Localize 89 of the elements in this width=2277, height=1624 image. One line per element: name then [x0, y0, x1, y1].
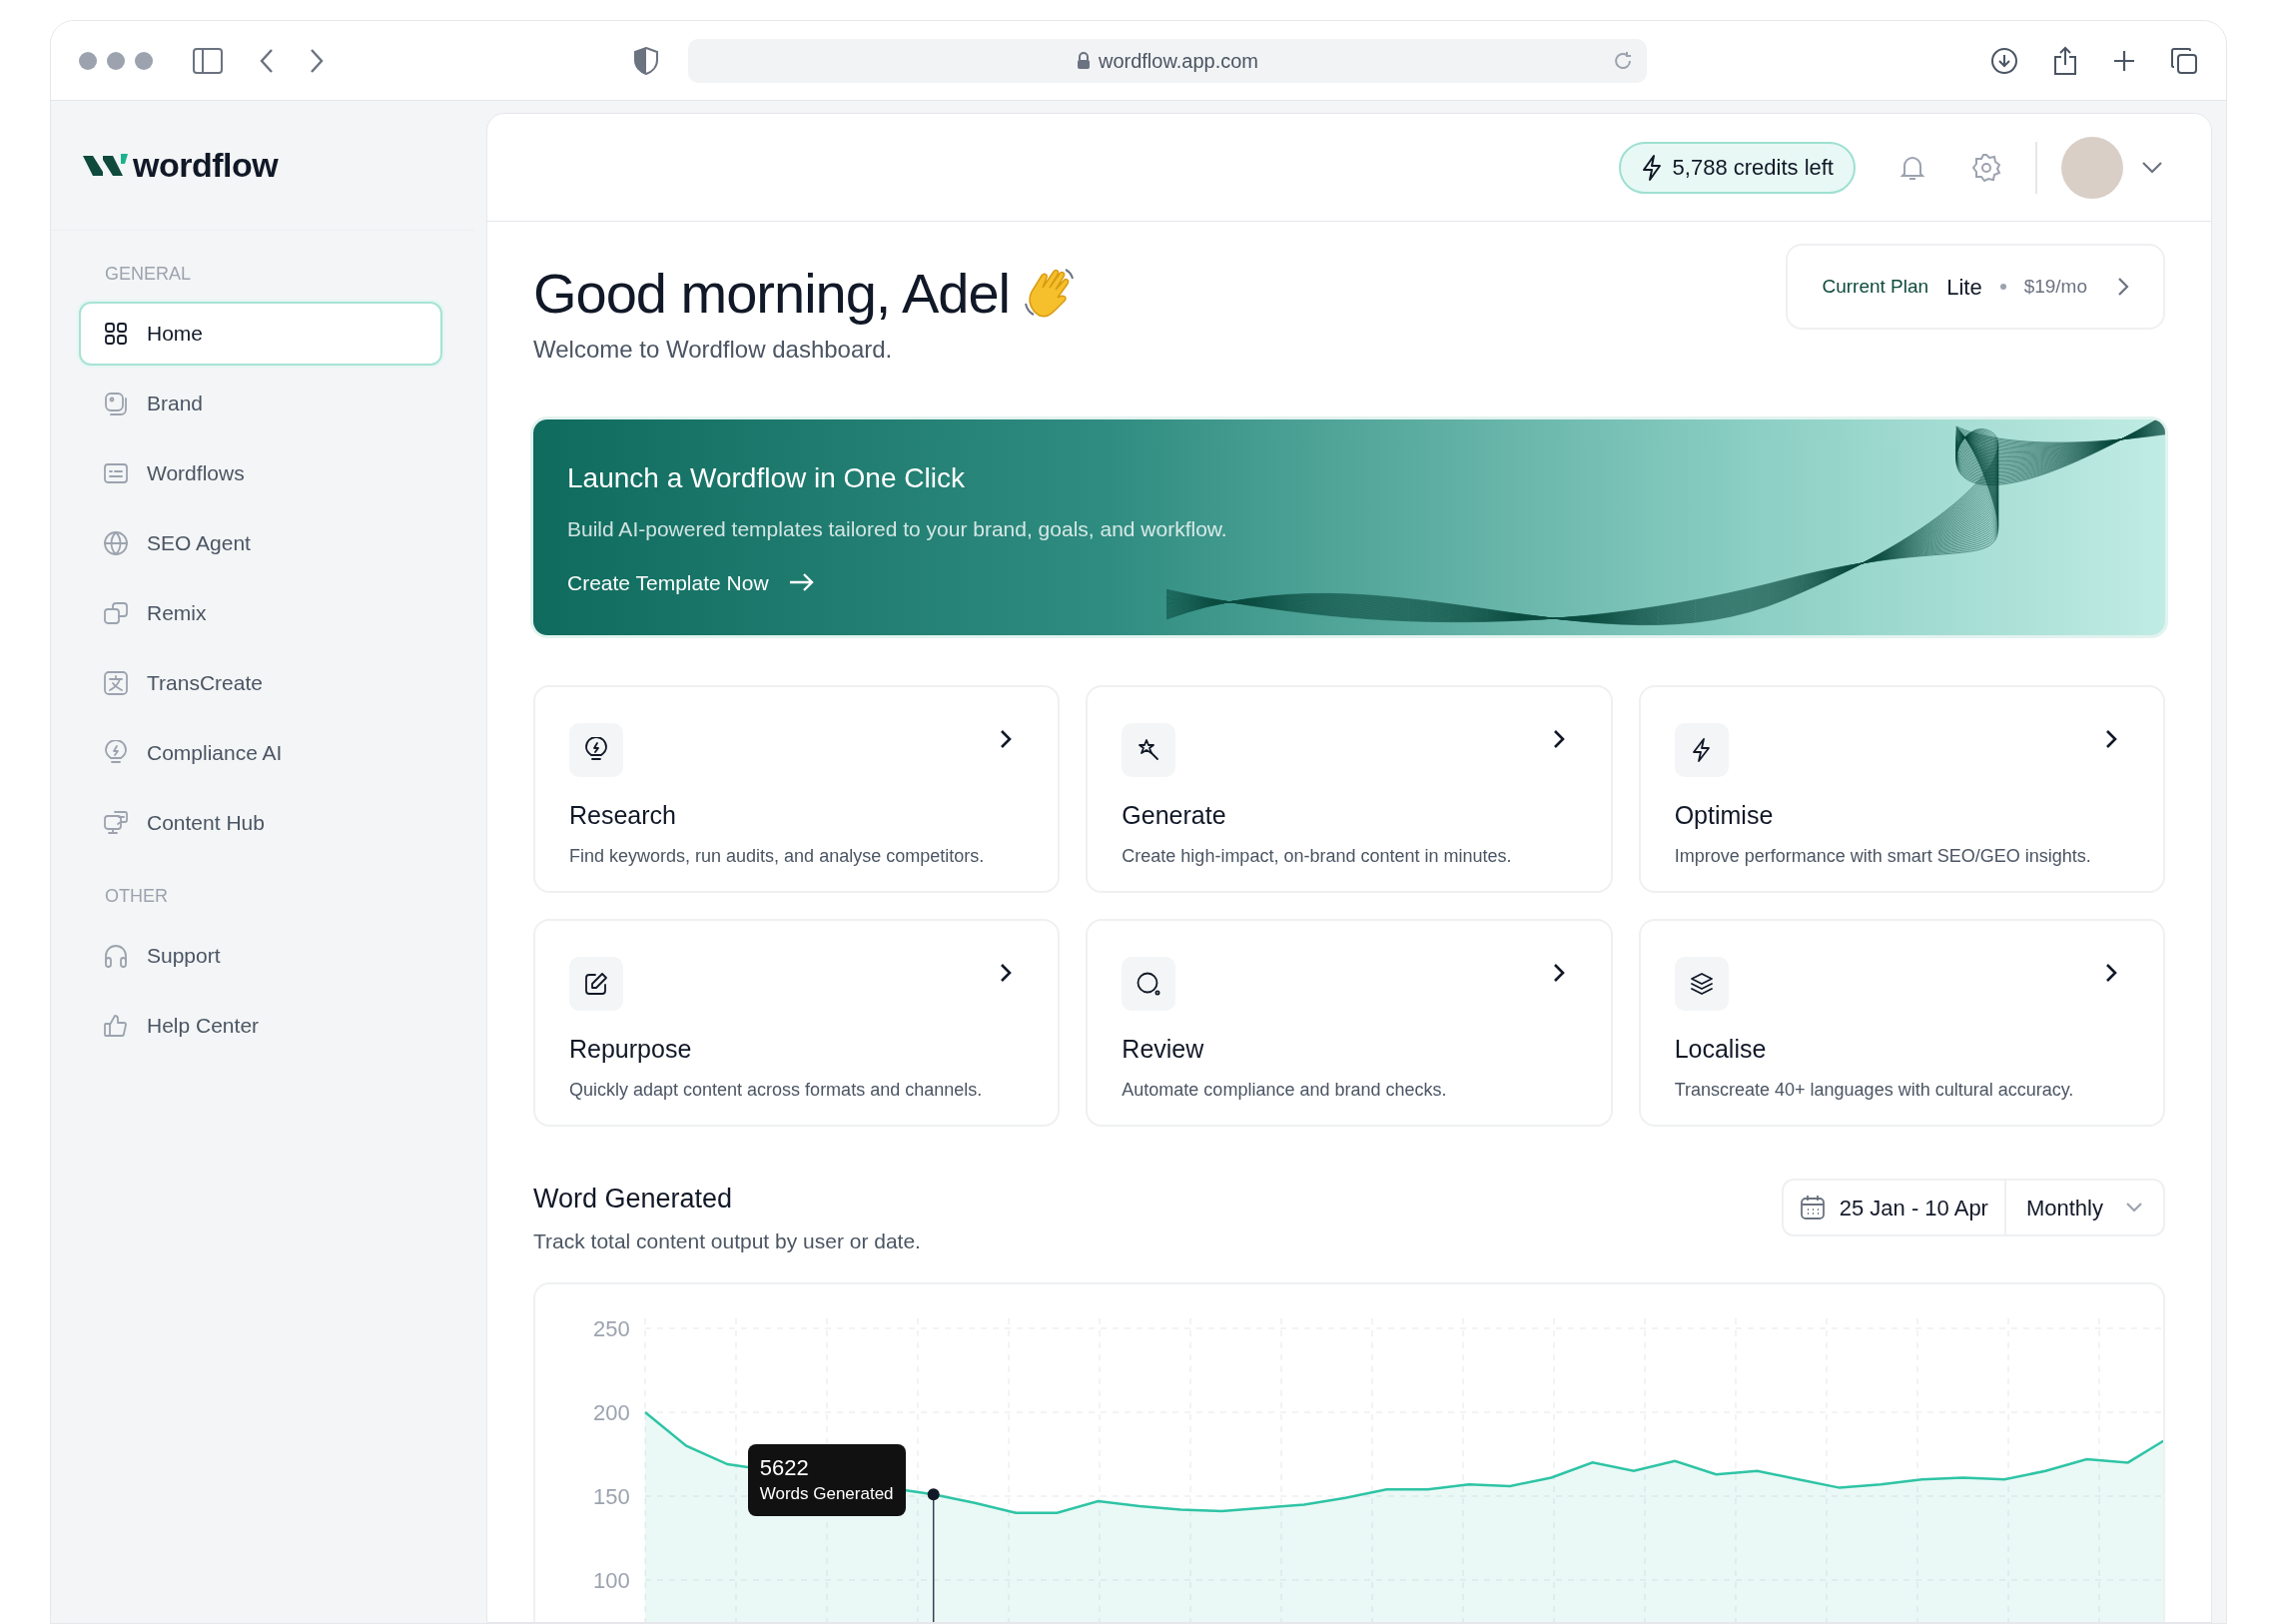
sidebar-item[interactable]: Help Center — [79, 994, 442, 1058]
feature-card[interactable]: Localise Transcreate 40+ languages with cultural accuracy. — [1638, 919, 2165, 1127]
headset-icon — [103, 943, 129, 969]
banner-title: Launch a Wordflow in One Click — [567, 461, 966, 495]
layers-icon — [1688, 971, 1715, 997]
feature-card[interactable]: Optimise Improve performance with smart SEO/GEO insights. — [1638, 685, 2165, 893]
chevron-down-icon — [2125, 1202, 2143, 1214]
settings-icon[interactable] — [1971, 152, 2001, 183]
plan-label: Current Plan — [1822, 274, 1929, 299]
chevron-right-icon — [1000, 729, 1013, 749]
thumbs-up-icon — [103, 1013, 129, 1039]
lock-icon — [1076, 51, 1091, 70]
globe-icon — [103, 530, 129, 556]
greeting-subtitle: Welcome to Wordflow dashboard. — [533, 335, 894, 365]
section-heading: OTHER — [104, 885, 169, 908]
y-axis-label: 200 — [593, 1400, 630, 1425]
logo-text: wordflow — [133, 145, 279, 186]
y-axis-label: 250 — [593, 1316, 630, 1341]
tooltip-label: Words Generated — [759, 1483, 894, 1506]
create-template-link[interactable]: Create Template Now — [567, 566, 815, 598]
sidebar-item[interactable]: TransCreate — [79, 651, 442, 715]
address-bar[interactable]: wordflow.app.com — [688, 38, 1647, 83]
card-title: Optimise — [1674, 800, 1775, 831]
chevron-right-icon — [2105, 963, 2117, 983]
badge-icon — [103, 391, 129, 416]
date-range-picker[interactable]: 25 Jan - 10 Apr — [1783, 1181, 2006, 1234]
text-card-icon — [103, 460, 129, 486]
sidebar-item[interactable]: Brand — [79, 372, 442, 435]
lightbulb-icon — [103, 740, 129, 766]
arrow-right-icon — [788, 572, 815, 593]
y-axis-label: 150 — [593, 1484, 630, 1509]
chevron-down-icon[interactable] — [2141, 160, 2163, 175]
feature-card[interactable]: Generate Create high-impact, on-brand content in minutes. — [1086, 685, 1613, 893]
current-plan-card[interactable]: Current Plan Lite $19/mo — [1786, 244, 2165, 330]
lightning-icon — [1640, 153, 1663, 182]
plan-price: $19/mo — [2023, 274, 2087, 299]
credits-badge[interactable]: 5,788 credits left — [1618, 141, 1856, 194]
sidebar-item[interactable]: SEO Agent — [79, 511, 442, 575]
card-title: Research — [569, 800, 677, 831]
card-description: Transcreate 40+ languages with cultural accuracy. — [1674, 1078, 2075, 1102]
section-subtitle: Track total content output by user or date. — [533, 1227, 921, 1254]
search-icon — [1136, 971, 1162, 997]
card-description: Quickly adapt content across formats and channels. — [569, 1078, 984, 1102]
card-title: Localise — [1674, 1034, 1768, 1065]
download-icon[interactable] — [1990, 46, 2018, 75]
period-dropdown[interactable]: Monthly — [2005, 1181, 2163, 1234]
sidebar-item[interactable]: Home — [79, 302, 442, 366]
chevron-right-icon — [1552, 963, 1565, 983]
sidebar-item[interactable]: Support — [79, 924, 442, 988]
y-axis-label: 100 — [593, 1568, 630, 1593]
chevron-right-icon — [1000, 963, 1013, 983]
sidebar-toggle-icon[interactable] — [193, 47, 223, 74]
back-icon[interactable] — [259, 47, 275, 74]
feature-card[interactable]: Research Find keywords, run audits, and analyse competitors. — [533, 685, 1061, 893]
chevron-right-icon — [2105, 729, 2117, 749]
monitor-chat-icon — [103, 810, 129, 836]
card-description: Create high-impact, on-brand content in minutes. — [1122, 844, 1513, 868]
translate-icon — [103, 670, 129, 696]
card-title: Review — [1122, 1034, 1205, 1065]
overlapping-squares-icon — [103, 600, 129, 626]
lightbulb-icon — [583, 737, 609, 763]
sidebar-item[interactable]: Wordflows — [79, 441, 442, 505]
tooltip-value: 5622 — [759, 1454, 810, 1483]
tabs-overview-icon[interactable] — [2170, 46, 2198, 75]
feature-card[interactable]: Review Automate compliance and brand checks. — [1086, 919, 1613, 1127]
edit-icon — [583, 971, 609, 997]
chevron-right-icon — [1552, 729, 1565, 749]
feature-card[interactable]: Repurpose Quickly adapt content across formats and channels. — [533, 919, 1061, 1127]
grid-icon — [103, 321, 129, 347]
new-tab-icon[interactable] — [2112, 48, 2136, 73]
sidebar-item[interactable]: Compliance AI — [79, 721, 442, 785]
section-title: Word Generated — [533, 1183, 734, 1216]
card-description: Find keywords, run audits, and analyse competitors. — [569, 844, 986, 868]
card-title: Generate — [1122, 800, 1227, 831]
sidebar-item[interactable]: Remix — [79, 581, 442, 645]
card-description: Improve performance with smart SEO/GEO insights. — [1674, 844, 2092, 868]
banner-text: Build AI-powered templates tailored to your brand, goals, and workflow. — [567, 516, 1228, 542]
share-icon[interactable] — [2052, 45, 2078, 76]
plan-name: Lite — [1946, 273, 1982, 302]
greeting-title: Good morning, Adel — [533, 262, 1010, 326]
forward-icon[interactable] — [309, 47, 325, 74]
shield-icon[interactable] — [634, 46, 658, 75]
calendar-icon — [1799, 1195, 1826, 1220]
sidebar-item[interactable]: Content Hub — [79, 791, 442, 855]
url-text: wordflow.app.com — [1098, 48, 1259, 74]
section-heading: GENERAL — [104, 263, 193, 286]
chevron-right-icon — [2117, 277, 2129, 297]
card-title: Repurpose — [569, 1034, 693, 1065]
card-description: Automate compliance and brand checks. — [1122, 1078, 1448, 1102]
